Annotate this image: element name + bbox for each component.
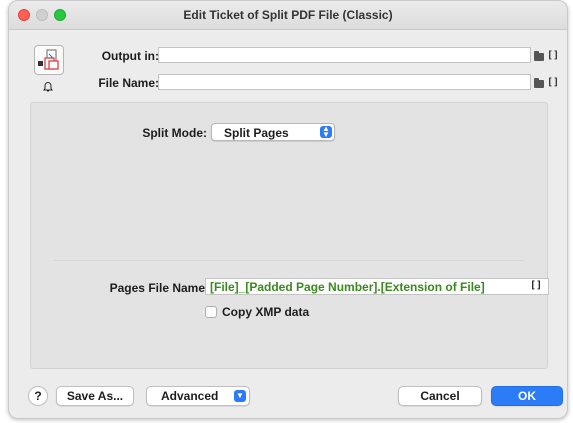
- window-title: Edit Ticket of Split PDF File (Classic): [183, 8, 393, 22]
- pages-file-name-label: Pages File Name:: [109, 281, 209, 295]
- folder-icon[interactable]: [534, 77, 544, 88]
- cancel-button[interactable]: Cancel: [398, 386, 482, 406]
- output-in-icons: []: [534, 50, 559, 61]
- advanced-button[interactable]: Advanced ▼: [146, 386, 250, 406]
- ok-button[interactable]: OK: [491, 386, 563, 406]
- chevron-up-down-icon: ▲ ▼: [320, 125, 332, 139]
- split-settings-panel: [30, 102, 548, 369]
- chevron-down-icon: ▼: [234, 390, 246, 402]
- split-mode-value: Split Pages: [224, 126, 289, 140]
- split-mode-select[interactable]: Split Pages ▲ ▼: [211, 123, 335, 141]
- file-name-label: File Name:: [98, 76, 159, 90]
- advanced-label: Advanced: [161, 389, 219, 403]
- variable-bracket-icon[interactable]: []: [547, 77, 559, 88]
- panel-divider: [54, 260, 524, 261]
- save-as-button[interactable]: Save As...: [56, 386, 134, 406]
- dialog-window: Edit Ticket of Split PDF File (Classic) …: [8, 0, 568, 419]
- variable-bracket-icon[interactable]: []: [547, 50, 559, 61]
- pages-file-name-value: [File]_[Padded Page Number].[Extension o…: [210, 280, 485, 294]
- split-pdf-app-icon: [34, 45, 64, 75]
- title-bar: Edit Ticket of Split PDF File (Classic): [9, 1, 567, 30]
- bell-icon[interactable]: [42, 81, 54, 96]
- help-button[interactable]: ?: [28, 386, 48, 406]
- output-in-label: Output in:: [101, 49, 159, 63]
- output-in-field[interactable]: [158, 47, 531, 63]
- variable-bracket-icon[interactable]: []: [530, 280, 542, 291]
- copy-xmp-checkbox[interactable]: [205, 306, 217, 318]
- file-name-field[interactable]: [158, 74, 531, 90]
- copy-xmp-label: Copy XMP data: [222, 305, 310, 319]
- split-mode-label: Split Mode:: [142, 126, 207, 140]
- folder-icon[interactable]: [534, 50, 544, 61]
- pages-file-name-field[interactable]: [File]_[Padded Page Number].[Extension o…: [205, 278, 549, 295]
- file-name-icons: []: [534, 77, 559, 88]
